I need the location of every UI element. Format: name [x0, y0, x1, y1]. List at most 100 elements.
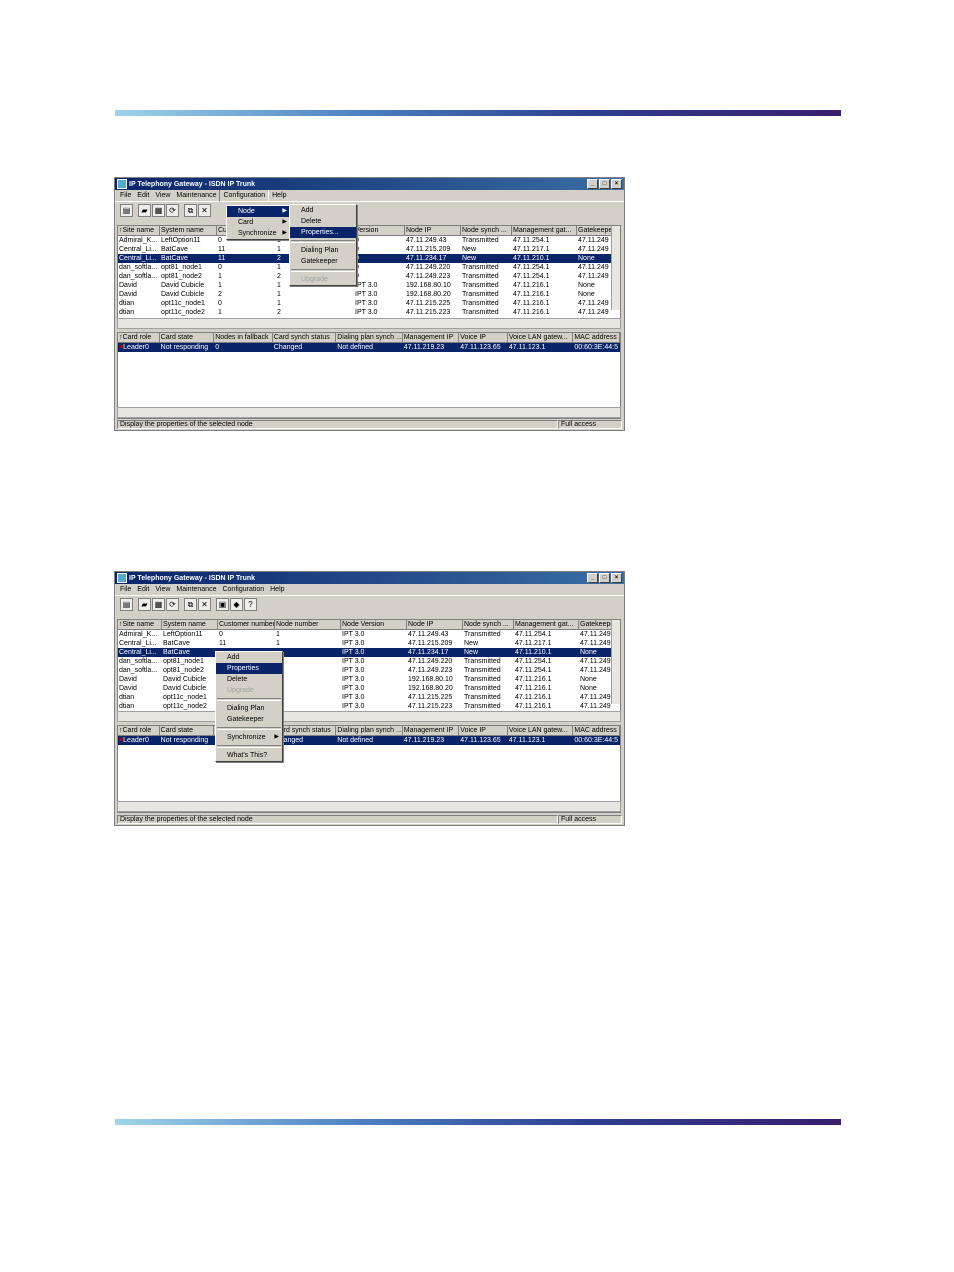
table-row[interactable]: Central_Li... BatCave 11 1 IPT 3.0 47.11.215.… — [118, 639, 620, 648]
col-node-version[interactable]: Node Version — [341, 620, 407, 629]
col-voice-ip[interactable]: Voice IP — [459, 333, 508, 342]
col-system-name[interactable]: System name — [162, 620, 218, 629]
close-button[interactable]: × — [611, 573, 622, 583]
menu-file[interactable]: File — [117, 584, 134, 595]
col-gatekeeper[interactable]: Gatekeepe — [579, 620, 615, 629]
col-card-state[interactable]: Card state — [160, 333, 215, 342]
menu-item-node[interactable]: Node ▶ — [227, 206, 290, 217]
menu-item-card[interactable]: Card ▶ — [227, 217, 290, 228]
table-row[interactable]: dan_softla... opt81_node1 IPT 3.0 47.11.249… — [118, 657, 620, 666]
sync-icon[interactable]: ⟳ — [166, 203, 179, 217]
menu-item-whats-this[interactable]: What's This? — [216, 750, 282, 761]
grid-icon[interactable]: ▦ — [152, 203, 165, 217]
col-node-ip[interactable]: Node IP — [405, 226, 461, 235]
col-node-ip[interactable]: Node IP — [407, 620, 463, 629]
menu-help[interactable]: Help — [267, 584, 287, 595]
col-management-ip[interactable]: Management IP — [403, 726, 460, 735]
whats-this-icon[interactable]: ? — [244, 597, 257, 611]
menu-item-add[interactable]: Add — [216, 652, 282, 663]
col-mac[interactable]: MAC address — [573, 726, 620, 735]
grid-icon[interactable]: ▦ — [152, 597, 165, 611]
col-mac[interactable]: MAC address — [573, 333, 620, 342]
table-row[interactable]: dan_softla...opt81_node101047.11.249.220… — [118, 263, 620, 272]
menu-help[interactable]: Help — [269, 190, 289, 201]
table-row-selected[interactable]: Central_Li...BatCave112047.11.234.17New4… — [118, 254, 620, 263]
col-system-name[interactable]: System name — [160, 226, 217, 235]
table-row[interactable]: David David Cubicle IPT 3.0 192.168.80.10 Tr… — [118, 675, 620, 684]
menu-item-delete[interactable]: Delete — [216, 674, 282, 685]
menu-item-synchronize[interactable]: Synchronize ▶ — [227, 228, 290, 239]
node-table-vscroll[interactable] — [611, 620, 620, 704]
table-row-selected[interactable]: Central_Li... BatCave IPT 3.0 47.11.234.17 N… — [118, 648, 620, 657]
properties-icon[interactable]: ▤ — [120, 203, 133, 217]
menu-item-synchronize[interactable]: Synchronize ▶ — [216, 732, 282, 743]
menu-configuration[interactable]: Configuration — [219, 189, 270, 202]
node-table-hscroll[interactable] — [117, 318, 621, 329]
menu-view[interactable]: View — [152, 190, 173, 201]
col-node-synch[interactable]: Node synch ... — [463, 620, 514, 629]
menu-item-properties[interactable]: Properties — [216, 663, 282, 674]
col-voice-ip[interactable]: Voice IP — [459, 726, 508, 735]
table-row[interactable]: dtian opt11c_node2 IPT 3.0 47.11.215.223 Tra… — [118, 702, 620, 711]
col-card-role[interactable]: ↑Card role — [118, 726, 160, 735]
col-voice-lan[interactable]: Voice LAN gatew... — [508, 333, 574, 342]
menu-maintenance[interactable]: Maintenance — [173, 584, 219, 595]
col-nodes-fallback[interactable]: Nodes in fallback — [214, 333, 273, 342]
col-management-gateway[interactable]: Management gat... — [512, 226, 577, 235]
table-row[interactable]: Admiral_K...LeftOption1101047.11.249.43T… — [118, 236, 620, 245]
col-voice-lan[interactable]: Voice LAN gatew... — [508, 726, 574, 735]
menu-item-gatekeeper[interactable]: Gatekeeper — [290, 256, 356, 267]
table-row[interactable]: dtian opt11c_node2 1 2 IPT 3.0 47.11.215.223 T… — [118, 308, 620, 317]
col-site-name[interactable]: ↑Site name — [118, 620, 162, 629]
book-icon[interactable]: ◆ — [230, 597, 243, 611]
delete-icon[interactable]: ✕ — [198, 203, 211, 217]
menu-file[interactable]: File — [117, 190, 134, 201]
minimize-button[interactable]: _ — [587, 179, 598, 189]
col-card-state[interactable]: Card state — [160, 726, 215, 735]
menu-item-properties[interactable]: Properties... — [290, 227, 356, 238]
node-table-hscroll[interactable] — [117, 711, 621, 722]
table-row[interactable]: dan_softla...opt81_node212047.11.249.223… — [118, 272, 620, 281]
col-customer-number[interactable]: Customer number — [218, 620, 275, 629]
maximize-button[interactable]: □ — [599, 179, 610, 189]
document-icon[interactable]: ▣ — [216, 597, 229, 611]
menu-configuration[interactable]: Configuration — [219, 584, 267, 595]
col-node-synch[interactable]: Node synch ... — [461, 226, 512, 235]
table-row[interactable]: dtian opt11c_node1 IPT 3.0 47.11.215.225 Tra… — [118, 693, 620, 702]
sync-icon[interactable]: ⟳ — [166, 597, 179, 611]
menu-item-delete[interactable]: Delete — [290, 216, 356, 227]
menu-item-gatekeeper[interactable]: Gatekeeper — [216, 714, 282, 725]
card-table-hscroll[interactable] — [117, 407, 621, 418]
col-dialing-plan[interactable]: Dialing plan synch ... — [336, 726, 403, 735]
copy-icon[interactable]: ⧉ — [184, 203, 197, 217]
col-management-gateway[interactable]: Management gat... — [514, 620, 579, 629]
table-row[interactable]: Central_Li...BatCave111047.11.215.209New… — [118, 245, 620, 254]
table-row[interactable]: dan_softla... opt81_node2 IPT 3.0 47.11.249… — [118, 666, 620, 675]
open-folder-icon[interactable]: ▰ — [138, 597, 151, 611]
menu-maintenance[interactable]: Maintenance — [173, 190, 219, 201]
open-folder-icon[interactable]: ▰ — [138, 203, 151, 217]
minimize-button[interactable]: _ — [587, 573, 598, 583]
table-row[interactable]: Admiral_K... LeftOption11 0 1 IPT 3.0 47.11.2… — [118, 630, 620, 639]
col-site-name[interactable]: ↑Site name — [118, 226, 160, 235]
col-node-number[interactable]: Node number — [275, 620, 341, 629]
copy-icon[interactable]: ⧉ — [184, 597, 197, 611]
delete-icon[interactable]: ✕ — [198, 597, 211, 611]
close-button[interactable]: × — [611, 179, 622, 189]
col-card-synch[interactable]: ard synch status — [279, 726, 337, 735]
col-version[interactable]: Version — [354, 226, 405, 235]
col-management-ip[interactable]: Management IP — [403, 333, 460, 342]
menu-edit[interactable]: Edit — [134, 190, 152, 201]
card-table-hscroll[interactable] — [117, 801, 621, 812]
menu-view[interactable]: View — [152, 584, 173, 595]
table-row[interactable]: dtian opt11c_node1 0 1 IPT 3.0 47.11.215.225 T… — [118, 299, 620, 308]
table-row[interactable]: David David Cubicle IPT 3.0 192.168.80.20 Tr… — [118, 684, 620, 693]
col-card-role[interactable]: ↑Card role — [118, 333, 160, 342]
node-table-vscroll[interactable] — [611, 226, 620, 310]
table-row[interactable]: David David Cubicle 1 1 IPT 3.0 192.168.80.10… — [118, 281, 620, 290]
menu-item-add[interactable]: Add — [290, 205, 356, 216]
col-gatekeeper[interactable]: Gatekeepe — [577, 226, 613, 235]
menu-item-dialing-plan[interactable]: Dialing Plan — [216, 703, 282, 714]
card-row-selected[interactable]: ♥Leader0 Not responding 0 Changed Not de… — [118, 343, 620, 352]
properties-icon[interactable]: ▤ — [120, 597, 133, 611]
